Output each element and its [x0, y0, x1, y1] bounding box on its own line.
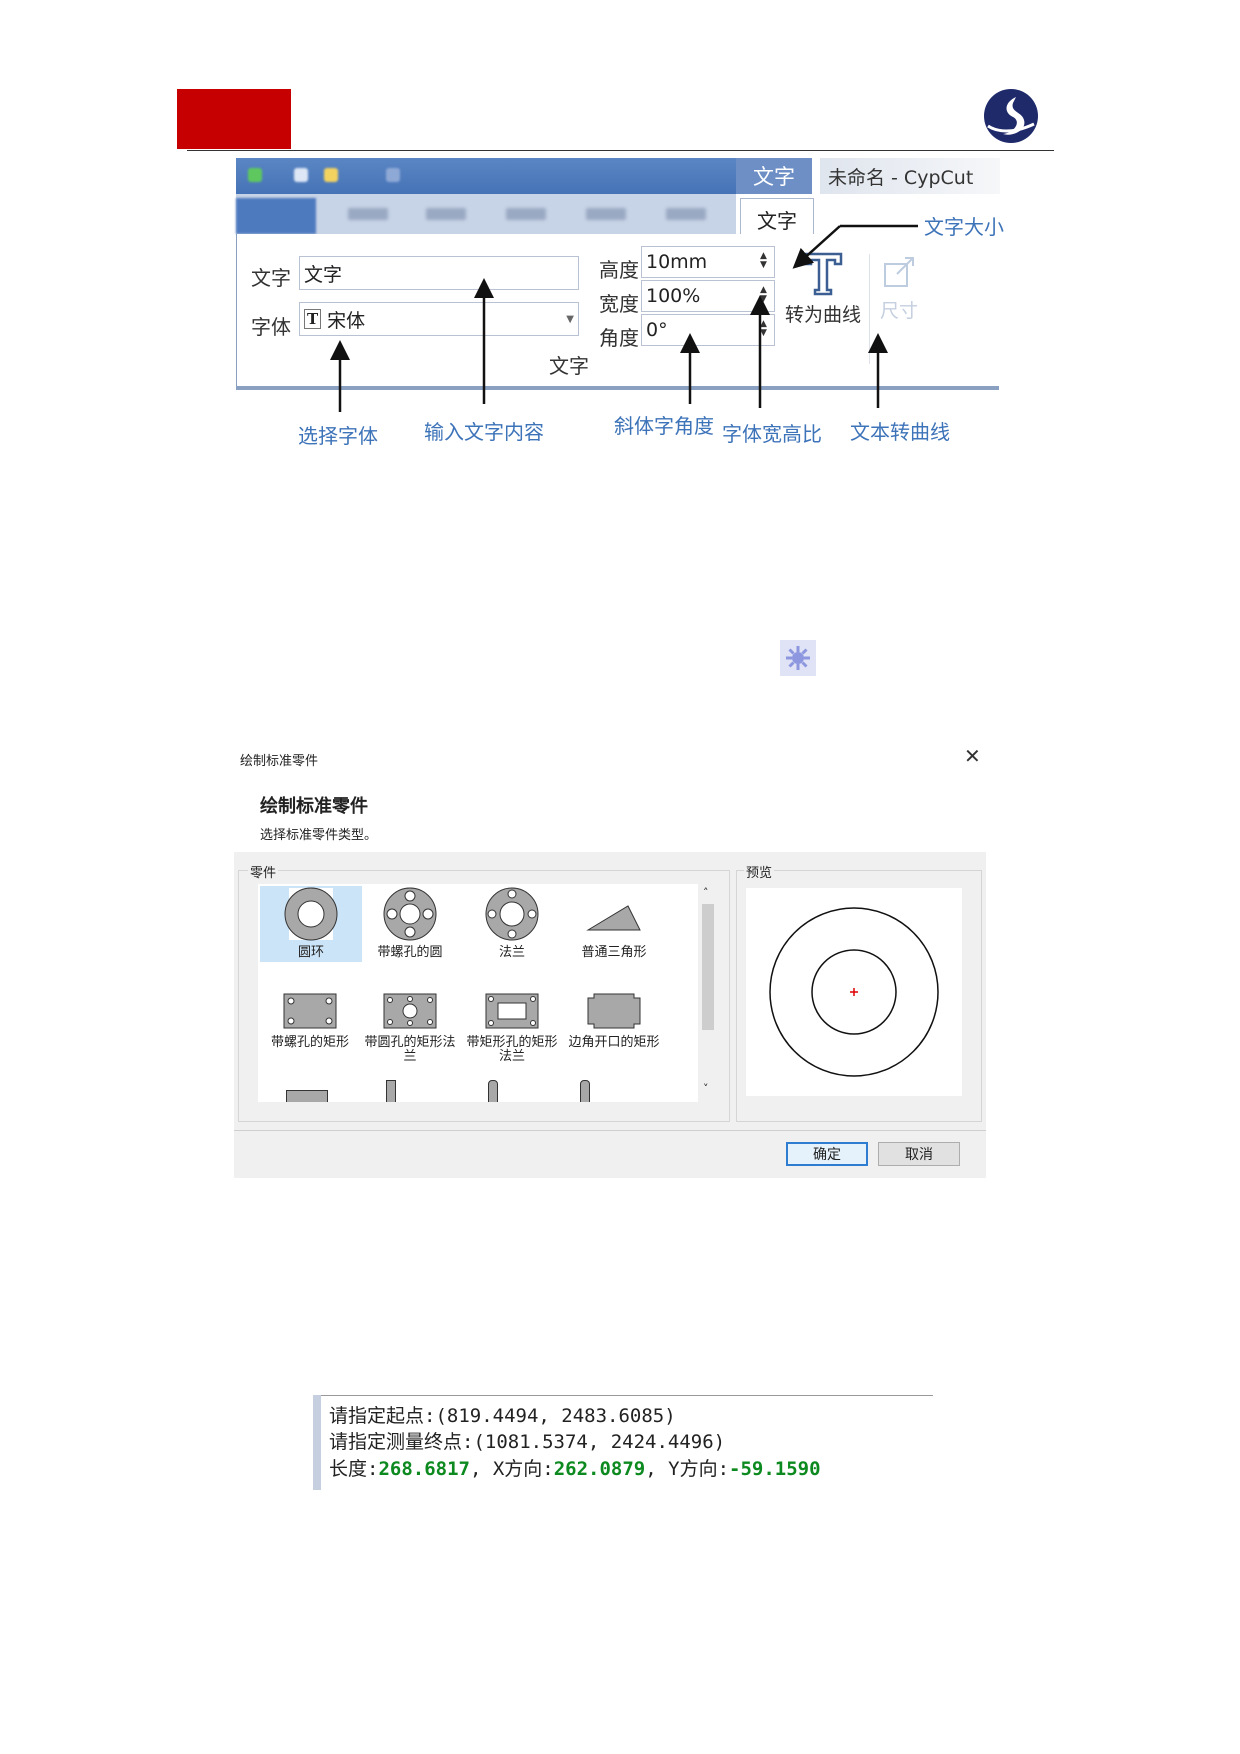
length-label: 长度:	[329, 1458, 379, 1480]
part-rect-corner-opening[interactable]: 边角开口的矩形	[568, 988, 660, 1060]
circle-with-holes-icon	[383, 887, 437, 941]
annotation-font-size: 文字大小	[924, 215, 1004, 239]
rect-with-holes-icon	[283, 993, 337, 1029]
console-top-rule	[321, 1395, 933, 1396]
y-value: -59.1590	[729, 1458, 821, 1480]
preview-canvas	[746, 888, 962, 1096]
ring-icon	[284, 887, 338, 941]
annotation-aspect-ratio: 字体宽高比	[722, 422, 822, 446]
parts-scrollbar[interactable]: ˄ ˅	[698, 884, 718, 1102]
part-partial	[488, 1080, 498, 1102]
scrollbar-thumb[interactable]	[702, 904, 714, 1030]
draw-standard-part-dialog: 绘制标准零件 ✕ 绘制标准零件 选择标准零件类型。 零件 圆环 带螺孔的圆 法兰…	[234, 740, 986, 1178]
part-label: 法兰	[498, 945, 525, 960]
preview-group-label: 预览	[744, 862, 775, 881]
part-label: 普通三角形	[581, 945, 647, 960]
gear-icon	[780, 640, 816, 676]
flange-icon	[485, 887, 539, 941]
part-label: 带螺孔的圆	[377, 945, 443, 960]
annotation-italic-angle: 斜体字角度	[614, 414, 714, 438]
dialog-footer-divider	[234, 1130, 986, 1131]
y-label: , Y方向:	[645, 1458, 730, 1480]
console-gutter	[313, 1395, 321, 1490]
console-line: 请指定起点:(819.4494, 2483.6085)	[329, 1405, 676, 1427]
annotation-arrows	[330, 224, 918, 412]
console-line-measure: 长度:268.6817, X方向:262.0879, Y方向:-59.1590	[329, 1454, 821, 1481]
part-partial	[386, 1080, 396, 1102]
parts-list: 圆环 带螺孔的圆 法兰 普通三角形 带螺孔的矩形 带圆孔的矩形法兰 带矩形孔的矩…	[258, 884, 718, 1102]
part-flange[interactable]: 法兰	[466, 886, 558, 960]
ok-button[interactable]: 确定	[786, 1142, 868, 1166]
part-partial	[580, 1080, 590, 1102]
part-ring[interactable]: 圆环	[260, 886, 362, 962]
part-label: 边角开口的矩形	[568, 1035, 660, 1050]
part-label: 带圆孔的矩形法兰	[364, 1035, 456, 1064]
parts-group-label: 零件	[248, 862, 279, 881]
part-label: 带矩形孔的矩形法兰	[466, 1035, 558, 1064]
x-value: 262.0879	[553, 1458, 646, 1480]
part-triangle[interactable]: 普通三角形	[568, 886, 660, 960]
rect-flange-rect-hole-icon	[485, 993, 539, 1029]
dialog-heading: 绘制标准零件	[260, 796, 368, 817]
part-label: 带螺孔的矩形	[270, 1035, 349, 1050]
close-icon[interactable]: ✕	[964, 744, 981, 768]
chevron-up-icon[interactable]: ˄	[703, 886, 709, 899]
triangle-icon	[586, 905, 641, 931]
ring-preview-drawing	[769, 907, 939, 1077]
dialog-window-title: 绘制标准零件	[240, 754, 319, 769]
part-label: 圆环	[297, 945, 324, 960]
cancel-button[interactable]: 取消	[878, 1142, 960, 1166]
part-partial	[286, 1090, 328, 1102]
dialog-subtitle: 选择标准零件类型。	[260, 828, 378, 843]
x-label: , X方向:	[469, 1458, 554, 1480]
rect-flange-round-hole-icon	[383, 993, 437, 1029]
part-rect-flange-rect-hole[interactable]: 带矩形孔的矩形法兰	[466, 988, 558, 1064]
command-console: 请指定起点:(819.4494, 2483.6085) 请指定测量终点:(108…	[313, 1395, 933, 1490]
part-rect-flange-round-hole[interactable]: 带圆孔的矩形法兰	[364, 988, 456, 1064]
annotation-to-curve: 文本转曲线	[850, 420, 950, 444]
annotation-input-text: 输入文字内容	[424, 420, 544, 444]
annotation-select-font: 选择字体	[298, 424, 378, 448]
chevron-down-icon[interactable]: ˅	[703, 1082, 709, 1095]
part-rect-with-holes[interactable]: 带螺孔的矩形	[264, 988, 356, 1060]
console-line: 请指定测量终点:(1081.5374, 2424.4496)	[329, 1431, 726, 1453]
length-value: 268.6817	[378, 1458, 470, 1480]
part-circle-with-holes[interactable]: 带螺孔的圆	[364, 886, 456, 960]
rect-corner-opening-icon	[587, 993, 641, 1029]
